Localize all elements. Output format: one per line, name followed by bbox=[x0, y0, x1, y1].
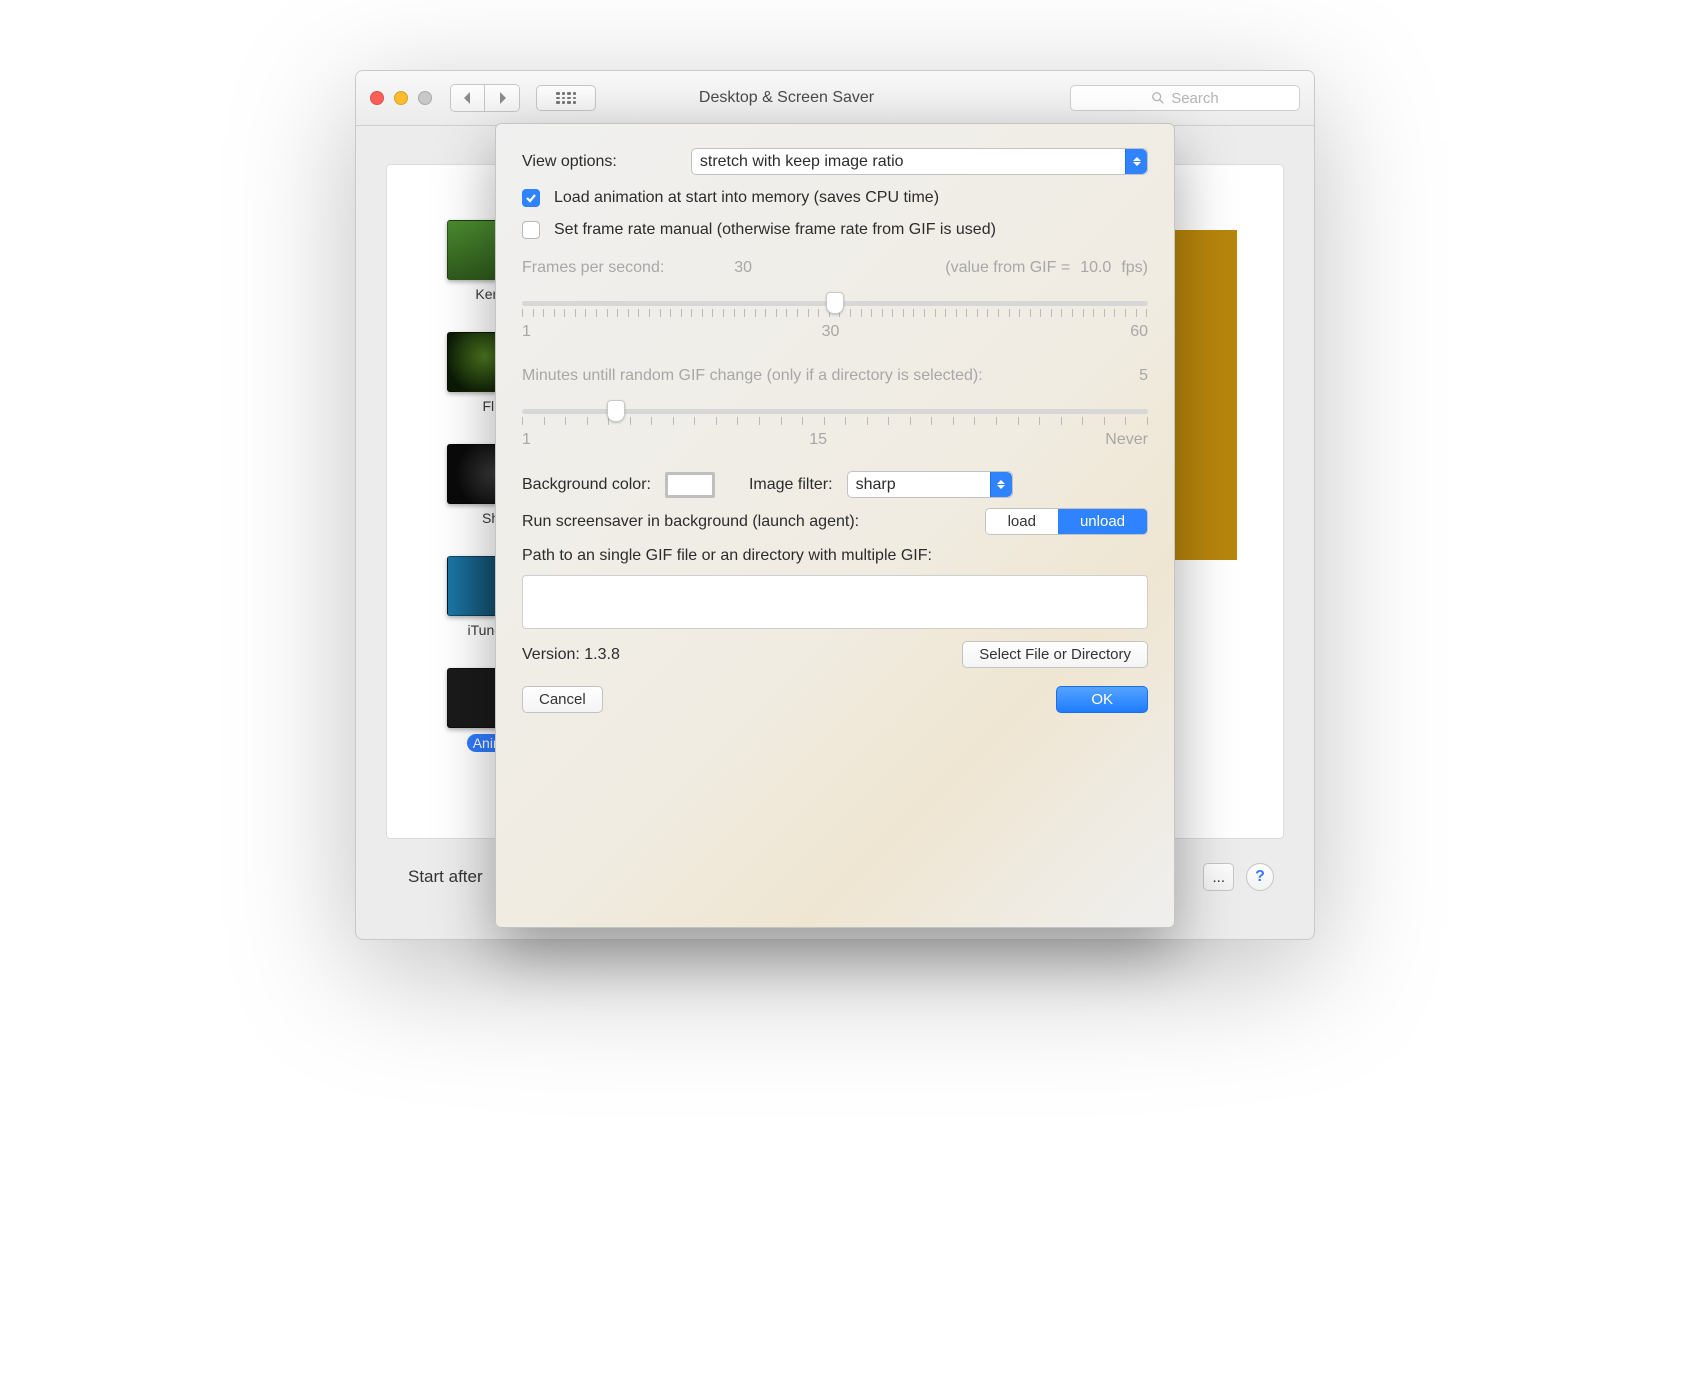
minutes-slider[interactable] bbox=[522, 395, 1148, 429]
fps-slider[interactable] bbox=[522, 287, 1148, 321]
help-button[interactable]: ? bbox=[1246, 863, 1274, 891]
traffic-lights bbox=[370, 91, 432, 105]
chevron-updown-icon bbox=[1125, 149, 1147, 174]
version-value: 1.3.8 bbox=[584, 646, 620, 663]
search-placeholder: Search bbox=[1171, 90, 1219, 107]
minutes-slider-knob[interactable] bbox=[607, 400, 625, 422]
minutes-min: 1 bbox=[522, 431, 531, 449]
show-all-button[interactable] bbox=[536, 85, 596, 111]
fps-max: 60 bbox=[1130, 323, 1148, 341]
title-bar: Desktop & Screen Saver Search bbox=[356, 71, 1314, 126]
window-title: Desktop & Screen Saver bbox=[699, 89, 874, 107]
launch-agent-segmented[interactable]: load unload bbox=[985, 508, 1148, 535]
fps-mid: 30 bbox=[822, 323, 840, 341]
chevron-updown-icon bbox=[990, 472, 1012, 497]
fps-input[interactable]: 30 bbox=[734, 259, 752, 277]
minutes-max: Never bbox=[1105, 431, 1148, 449]
bg-color-well[interactable] bbox=[665, 472, 715, 498]
cancel-button[interactable]: Cancel bbox=[522, 686, 603, 713]
forward-button[interactable] bbox=[485, 85, 519, 111]
minutes-value: 5 bbox=[1139, 367, 1148, 385]
start-after-label: Start after bbox=[408, 867, 483, 887]
fps-label: Frames per second: bbox=[522, 259, 664, 277]
seg-unload-button[interactable]: unload bbox=[1058, 509, 1147, 534]
image-filter-select[interactable]: sharp bbox=[847, 471, 1013, 498]
fps-gif-value: 10.0 bbox=[1080, 259, 1111, 277]
seg-load-button[interactable]: load bbox=[986, 509, 1058, 534]
zoom-window-icon bbox=[418, 91, 432, 105]
checkbox-manual-framerate-label: Set frame rate manual (otherwise frame r… bbox=[554, 221, 996, 239]
path-input[interactable] bbox=[522, 575, 1148, 629]
view-options-select[interactable]: stretch with keep image ratio bbox=[691, 148, 1148, 175]
image-filter-value: sharp bbox=[856, 476, 896, 494]
bottom-buttons: ... ? bbox=[1203, 863, 1274, 891]
grid-icon bbox=[556, 92, 576, 104]
minutes-mid: 15 bbox=[809, 431, 827, 449]
checkbox-load-memory[interactable] bbox=[522, 189, 540, 207]
ok-button[interactable]: OK bbox=[1056, 686, 1148, 713]
version-label: Version: bbox=[522, 646, 580, 663]
path-label: Path to an single GIF file or an directo… bbox=[522, 547, 1148, 565]
image-filter-label: Image filter: bbox=[749, 476, 833, 494]
fps-unit: fps) bbox=[1121, 259, 1148, 277]
bg-color-label: Background color: bbox=[522, 476, 651, 494]
back-forward-group bbox=[450, 84, 520, 112]
search-icon bbox=[1151, 91, 1165, 105]
hot-corners-button[interactable]: ... bbox=[1203, 863, 1234, 891]
screensaver-options-sheet: View options: stretch with keep image ra… bbox=[495, 123, 1175, 928]
select-file-button[interactable]: Select File or Directory bbox=[962, 641, 1148, 668]
fps-slider-knob[interactable] bbox=[826, 292, 844, 314]
fps-min: 1 bbox=[522, 323, 531, 341]
run-background-label: Run screensaver in background (launch ag… bbox=[522, 513, 859, 531]
checkbox-load-memory-label: Load animation at start into memory (sav… bbox=[554, 189, 939, 207]
fps-gif-prefix: (value from GIF = bbox=[945, 259, 1070, 277]
close-window-icon[interactable] bbox=[370, 91, 384, 105]
view-options-value: stretch with keep image ratio bbox=[700, 153, 904, 171]
back-button[interactable] bbox=[451, 85, 485, 111]
search-field[interactable]: Search bbox=[1070, 85, 1300, 111]
minimize-window-icon[interactable] bbox=[394, 91, 408, 105]
view-options-label: View options: bbox=[522, 153, 617, 171]
minutes-label: Minutes untill random GIF change (only i… bbox=[522, 367, 983, 385]
checkbox-manual-framerate[interactable] bbox=[522, 221, 540, 239]
